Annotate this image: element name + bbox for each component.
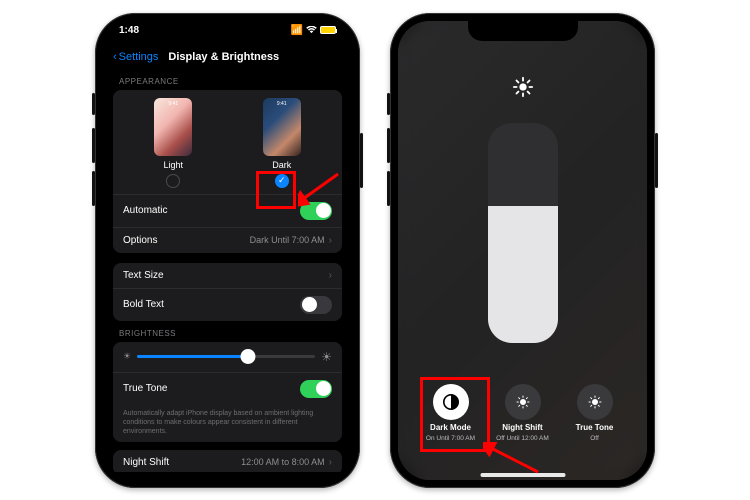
options-row[interactable]: Options Dark Until 7:00 AM › — [113, 227, 342, 253]
bold-text-label: Bold Text — [123, 299, 164, 310]
battery-icon — [320, 26, 336, 34]
true-tone-row[interactable]: True Tone — [113, 372, 342, 405]
options-label: Options — [123, 235, 157, 246]
true-tone-label: True Tone — [576, 423, 614, 432]
brightness-icon — [512, 76, 534, 98]
volume-up[interactable] — [92, 128, 95, 163]
light-label: Light — [163, 160, 183, 170]
phone-control-center: Dark Mode On Until 7:00 AM Night Shift O… — [390, 13, 655, 488]
sun-small-icon: ☀︎ — [123, 351, 131, 362]
volume-down[interactable] — [92, 171, 95, 206]
chevron-right-icon: › — [329, 235, 332, 246]
mode-light[interactable]: Light — [154, 98, 192, 188]
night-shift-sub: Off Until 12:00 AM — [496, 435, 549, 442]
brightness-slider[interactable] — [137, 355, 315, 358]
true-tone-icon — [577, 384, 613, 420]
status-time: 1:48 — [119, 25, 139, 36]
light-preview — [154, 98, 192, 156]
night-shift-icon — [505, 384, 541, 420]
dark-preview — [263, 98, 301, 156]
night-shift-label: Night Shift — [502, 423, 542, 432]
night-shift-row[interactable]: Night Shift 12:00 AM to 8:00 AM › — [113, 450, 342, 472]
annotation-box-dark — [256, 171, 296, 209]
volume-up[interactable] — [387, 128, 390, 163]
chevron-left-icon: ‹ — [113, 51, 117, 63]
annotation-arrow-cc — [483, 442, 543, 477]
mute-switch[interactable] — [92, 93, 95, 115]
night-shift-value: 12:00 AM to 8:00 AM — [241, 457, 325, 467]
power-button[interactable] — [360, 133, 363, 188]
text-size-label: Text Size — [123, 270, 164, 281]
dark-label: Dark — [272, 160, 291, 170]
nav-bar: ‹ Settings Display & Brightness — [113, 49, 342, 69]
bold-text-row[interactable]: Bold Text — [113, 288, 342, 321]
brightness-header: BRIGHTNESS — [119, 329, 342, 338]
automatic-label: Automatic — [123, 205, 167, 216]
power-button[interactable] — [655, 133, 658, 188]
text-card: Text Size › Bold Text — [113, 263, 342, 321]
chevron-right-icon: › — [329, 457, 332, 468]
notch — [468, 21, 578, 41]
wifi-icon — [306, 26, 317, 34]
volume-down[interactable] — [387, 171, 390, 206]
settings-screen: 1:48 📶 ‹ Settings Display & Brightness A… — [103, 21, 352, 480]
brightness-slider-row[interactable]: ☀︎ ☀︎ — [113, 342, 342, 372]
settings-content: ‹ Settings Display & Brightness APPEARAN… — [103, 49, 352, 472]
brightness-bar[interactable] — [488, 123, 558, 343]
night-shift-card: Night Shift 12:00 AM to 8:00 AM › — [113, 450, 342, 472]
bold-text-toggle[interactable] — [300, 296, 332, 314]
true-tone-footer: Automatically adapt iPhone display based… — [113, 405, 342, 442]
cc-true-tone-button[interactable]: True Tone Off — [565, 384, 625, 442]
true-tone-label: True Tone — [123, 383, 167, 394]
page-title: Display & Brightness — [168, 51, 279, 63]
status-right: 📶 — [291, 25, 336, 36]
signal-icon: 📶 — [291, 25, 303, 36]
annotation-box-cc — [420, 377, 490, 452]
brightness-card: ☀︎ ☀︎ True Tone Automatically adapt iPho… — [113, 342, 342, 442]
mute-switch[interactable] — [387, 93, 390, 115]
true-tone-toggle[interactable] — [300, 380, 332, 398]
night-shift-label: Night Shift — [123, 457, 169, 468]
brightness-fill — [488, 206, 558, 342]
true-tone-sub: Off — [590, 435, 599, 442]
night-shift-button[interactable]: Night Shift Off Until 12:00 AM — [493, 384, 553, 442]
text-size-row[interactable]: Text Size › — [113, 263, 342, 288]
phone-settings: 1:48 📶 ‹ Settings Display & Brightness A… — [95, 13, 360, 488]
back-button[interactable]: ‹ Settings — [113, 51, 158, 63]
chevron-right-icon: › — [329, 270, 332, 281]
radio-light[interactable] — [166, 174, 180, 188]
notch — [173, 21, 283, 41]
options-value: Dark Until 7:00 AM — [250, 235, 325, 245]
appearance-header: APPEARANCE — [119, 77, 342, 86]
annotation-arrow — [298, 169, 343, 209]
control-center-screen: Dark Mode On Until 7:00 AM Night Shift O… — [398, 21, 647, 480]
back-label: Settings — [119, 51, 159, 63]
sun-large-icon: ☀︎ — [321, 350, 332, 364]
